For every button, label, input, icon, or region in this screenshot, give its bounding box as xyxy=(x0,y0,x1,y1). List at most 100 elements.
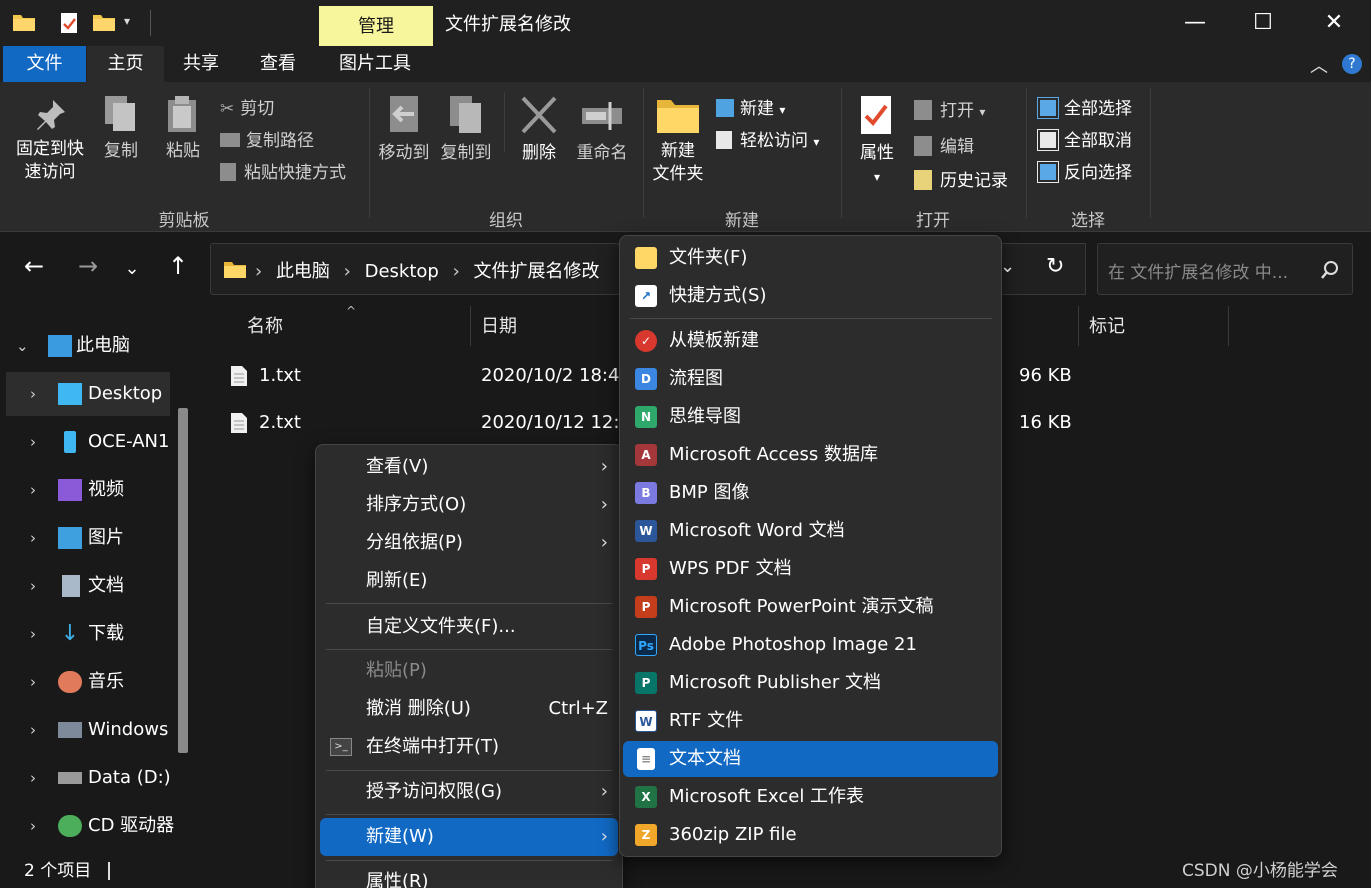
rename-button[interactable]: 重命名 xyxy=(570,94,634,165)
properties-icon[interactable] xyxy=(60,12,80,34)
search-box[interactable]: 在 文件扩展名修改 中... xyxy=(1097,243,1353,295)
easy-access-button[interactable]: 轻松访问 ▾ xyxy=(716,126,819,151)
expand-chevron-icon[interactable]: › xyxy=(30,372,36,416)
submenu-item-access[interactable]: A Microsoft Access 数据库 xyxy=(623,437,998,473)
submenu-item-photoshop[interactable]: Ps Adobe Photoshop Image 21 xyxy=(623,627,998,663)
menu-item-group-by[interactable]: 分组依据(P) › xyxy=(320,524,618,562)
submenu-item-flowchart[interactable]: D 流程图 xyxy=(623,361,998,397)
expand-chevron-icon[interactable]: › xyxy=(30,804,36,848)
menu-item-sort[interactable]: 排序方式(O) › xyxy=(320,486,618,524)
sidebar-item-videos[interactable]: › 视频 xyxy=(0,468,190,512)
column-header-tags[interactable]: 标记 xyxy=(1089,306,1125,346)
properties-button[interactable]: 属性 ▾ xyxy=(850,94,904,189)
quick-access-dropdown-icon[interactable]: ▾ xyxy=(124,14,130,28)
move-to-button[interactable]: 移动到 xyxy=(374,94,434,165)
copy-button[interactable]: 复制 xyxy=(96,94,146,163)
maximize-button[interactable]: ☐ xyxy=(1229,0,1297,46)
menu-item-customize-folder[interactable]: 自定义文件夹(F)... xyxy=(320,608,618,646)
sidebar-item-windows-drive[interactable]: › Windows xyxy=(0,708,190,752)
menu-item-properties[interactable]: 属性(R) xyxy=(320,863,618,888)
sidebar-item-documents[interactable]: › 文档 xyxy=(0,564,190,608)
edit-button[interactable]: 编辑 xyxy=(914,132,974,157)
sidebar-item-cd-drive[interactable]: › CD 驱动器 xyxy=(0,804,190,848)
pin-quick-access-button[interactable]: 固定到快 速访问 xyxy=(8,98,92,184)
tab-manage[interactable]: 管理 xyxy=(319,6,433,46)
menu-item-view[interactable]: 查看(V) › xyxy=(320,448,618,486)
expand-chevron-icon[interactable]: › xyxy=(30,420,36,464)
breadcrumb-this-pc[interactable]: 此电脑 xyxy=(276,261,330,282)
address-dropdown-chevron-icon[interactable]: ⌄ xyxy=(1000,256,1015,277)
submenu-item-bmp[interactable]: B BMP 图像 xyxy=(623,475,998,511)
menu-item-open-terminal[interactable]: >_ 在终端中打开(T) xyxy=(320,728,618,766)
open-button[interactable]: 打开 ▾ xyxy=(914,96,985,121)
submenu-item-zip[interactable]: Z 360zip ZIP file xyxy=(623,817,998,853)
expand-chevron-icon[interactable]: › xyxy=(30,564,36,608)
close-button[interactable]: ✕ xyxy=(1300,0,1368,46)
up-arrow-icon[interactable]: ↑ xyxy=(160,252,196,280)
submenu-item-mindmap[interactable]: N 思维导图 xyxy=(623,399,998,435)
collapse-ribbon-icon[interactable]: ︿ xyxy=(1310,52,1328,78)
new-item-button[interactable]: 新建 ▾ xyxy=(716,94,785,119)
sidebar-item-desktop[interactable]: › Desktop xyxy=(6,372,170,416)
forward-arrow-icon[interactable]: → xyxy=(70,252,106,280)
submenu-item-text-document[interactable]: ≡ 文本文档 xyxy=(623,741,998,777)
table-row[interactable]: 1.txt 2020/10/2 18:4 xyxy=(230,356,630,396)
address-field[interactable]: › 此电脑 › Desktop › 文件扩展名修改 xyxy=(210,243,620,295)
tab-file[interactable]: 文件 xyxy=(3,46,86,82)
expand-chevron-icon[interactable]: › xyxy=(30,756,36,800)
expand-chevron-icon[interactable]: › xyxy=(30,708,36,752)
sidebar-item-downloads[interactable]: › ↓ 下载 xyxy=(0,612,190,656)
history-button[interactable]: 历史记录 xyxy=(914,166,1008,191)
column-header-date[interactable]: 日期 xyxy=(481,306,517,346)
submenu-item-word[interactable]: W Microsoft Word 文档 xyxy=(623,513,998,549)
invert-selection-button[interactable]: 反向选择 xyxy=(1037,158,1132,183)
expand-chevron-icon[interactable]: › xyxy=(30,660,36,704)
paste-button[interactable]: 粘贴 xyxy=(158,94,208,163)
new-folder-button[interactable]: 新建 文件夹 xyxy=(648,96,708,186)
submenu-item-wps-pdf[interactable]: P WPS PDF 文档 xyxy=(623,551,998,587)
expand-chevron-icon[interactable]: › xyxy=(30,468,36,512)
paste-shortcut-button[interactable]: 粘贴快捷方式 xyxy=(220,158,346,183)
column-header-name[interactable]: 名称 xyxy=(247,306,283,346)
refresh-icon[interactable]: ↻ xyxy=(1046,254,1064,279)
submenu-item-publisher[interactable]: P Microsoft Publisher 文档 xyxy=(623,665,998,701)
tab-home[interactable]: 主页 xyxy=(87,46,164,82)
breadcrumb-desktop[interactable]: Desktop xyxy=(365,261,439,282)
select-none-button[interactable]: 全部取消 xyxy=(1037,126,1132,151)
tab-picture-tools[interactable]: 图片工具 xyxy=(324,46,426,82)
sidebar-item-this-pc[interactable]: ⌄ 此电脑 xyxy=(0,324,190,368)
sidebar-item-oce-an1[interactable]: › OCE-AN1 xyxy=(0,420,190,464)
column-divider[interactable] xyxy=(1078,306,1079,346)
column-divider[interactable] xyxy=(470,306,471,346)
back-arrow-icon[interactable]: ← xyxy=(16,252,52,280)
sidebar-item-pictures[interactable]: › 图片 xyxy=(0,516,190,560)
delete-button[interactable]: 删除 xyxy=(512,94,566,165)
expand-chevron-icon[interactable]: › xyxy=(30,612,36,656)
submenu-item-template[interactable]: ✓ 从模板新建 xyxy=(623,323,998,359)
column-divider[interactable] xyxy=(1228,306,1229,346)
submenu-item-shortcut[interactable]: ↗ 快捷方式(S) xyxy=(623,278,998,314)
cut-button[interactable]: ✂ 剪切 xyxy=(220,94,274,119)
menu-item-refresh[interactable]: 刷新(E) xyxy=(320,562,618,600)
expand-chevron-icon[interactable]: › xyxy=(30,516,36,560)
submenu-item-excel[interactable]: X Microsoft Excel 工作表 xyxy=(623,779,998,815)
minimize-button[interactable]: — xyxy=(1161,0,1229,46)
copy-path-button[interactable]: 复制路径 xyxy=(220,126,314,151)
new-folder-icon[interactable] xyxy=(92,12,116,32)
tab-view[interactable]: 查看 xyxy=(242,46,314,82)
copy-to-button[interactable]: 复制到 xyxy=(436,94,496,165)
menu-item-new[interactable]: 新建(W) › xyxy=(320,818,618,856)
sidebar-scrollbar[interactable] xyxy=(178,408,188,753)
menu-item-grant-access[interactable]: 授予访问权限(G) › xyxy=(320,773,618,811)
select-all-button[interactable]: 全部选择 xyxy=(1037,94,1132,119)
sidebar-item-data-drive[interactable]: › Data (D:) xyxy=(0,756,190,800)
menu-item-undo-delete[interactable]: 撤消 删除(U) Ctrl+Z xyxy=(320,690,618,728)
tab-share[interactable]: 共享 xyxy=(166,46,236,82)
help-icon[interactable]: ? xyxy=(1342,54,1362,74)
table-row[interactable]: 2.txt 2020/10/12 12: xyxy=(230,403,630,443)
recent-locations-chevron-icon[interactable]: ⌄ xyxy=(114,258,150,279)
breadcrumb-current-folder[interactable]: 文件扩展名修改 xyxy=(474,261,600,282)
submenu-item-rtf[interactable]: W RTF 文件 xyxy=(623,703,998,739)
expanded-chevron-icon[interactable]: ⌄ xyxy=(16,324,29,368)
submenu-item-folder[interactable]: 文件夹(F) xyxy=(623,240,998,276)
